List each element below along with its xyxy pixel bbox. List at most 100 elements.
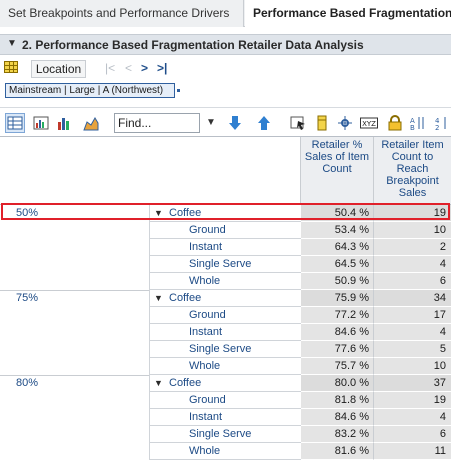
pct-cell: 50.9 % — [301, 273, 374, 290]
row-label: Single Serve — [149, 426, 301, 443]
table-row[interactable]: Instant 84.6 % 4 — [0, 409, 451, 426]
pct-cell: 77.6 % — [301, 341, 374, 358]
column-icon[interactable] — [314, 115, 330, 131]
data-grid: Retailer % Sales of Item Count Retailer … — [0, 137, 451, 460]
pct-cell: 64.3 % — [301, 239, 374, 256]
column-header-item-count[interactable]: Retailer Item Count to Reach Breakpoint … — [374, 137, 451, 205]
row-label: Whole — [149, 273, 301, 290]
settings-icon[interactable] — [337, 115, 353, 131]
row-label: Ground — [149, 392, 301, 409]
sort-down-icon[interactable] — [227, 115, 243, 131]
tab-bar: Set Breakpoints and Performance Drivers … — [0, 0, 451, 28]
count-cell: 10 — [374, 222, 451, 239]
chevron-down-icon[interactable]: ▼ — [154, 290, 169, 306]
count-cell: 5 — [374, 341, 451, 358]
count-cell: 6 — [374, 426, 451, 443]
pct-cell: 80.0 % — [301, 375, 374, 392]
row-highlight-box — [1, 203, 450, 220]
count-cell: 4 — [374, 256, 451, 273]
table-row[interactable]: Whole 50.9 % 6 — [0, 273, 451, 290]
pct-cell: 84.6 % — [301, 324, 374, 341]
sort-az-icon[interactable]: 42 — [434, 115, 450, 132]
row-label: Instant — [149, 409, 301, 426]
row-label: Coffee — [169, 377, 202, 389]
count-cell: 17 — [374, 307, 451, 324]
pct-cell: 64.5 % — [301, 256, 374, 273]
table-row[interactable]: 75% ▼ Coffee 75.9 % 34 — [0, 290, 451, 307]
chip-dot — [177, 89, 180, 92]
location-button[interactable]: Location — [31, 60, 86, 78]
pct-cell: 81.6 % — [301, 443, 374, 460]
section-header[interactable]: ▼ 2. Performance Based Fragmentation Ret… — [0, 34, 451, 55]
tree-node[interactable]: ▼ Coffee — [149, 375, 301, 392]
filter-chip[interactable]: Mainstream | Large | A (Northwest) — [5, 83, 175, 98]
xyz-icon[interactable]: XYZ — [360, 115, 378, 131]
row-label: Whole — [149, 443, 301, 460]
sort-up-icon[interactable] — [256, 115, 272, 131]
pct-cell: 77.2 % — [301, 307, 374, 324]
location-row: Location |< < > >| — [0, 58, 451, 80]
tree-node[interactable]: ▼ Coffee — [149, 290, 301, 307]
svg-text:XYZ: XYZ — [362, 120, 376, 128]
first-page-icon[interactable]: |< — [105, 61, 115, 75]
table-row[interactable]: Single Serve 64.5 % 4 — [0, 256, 451, 273]
chevron-down-icon[interactable]: ▼ — [7, 38, 17, 49]
swap-icon[interactable]: AB — [410, 115, 426, 132]
table-row[interactable]: Single Serve 83.2 % 6 — [0, 426, 451, 443]
svg-text:B: B — [410, 124, 415, 131]
pct-cell: 81.8 % — [301, 392, 374, 409]
table-row[interactable]: 80% ▼ Coffee 80.0 % 37 — [0, 375, 451, 392]
column-header-pct-sales[interactable]: Retailer % Sales of Item Count — [301, 137, 374, 205]
row-label: Single Serve — [149, 256, 301, 273]
filter-icon[interactable] — [290, 115, 306, 131]
pct-cell: 75.9 % — [301, 290, 374, 307]
table-row[interactable]: Ground 77.2 % 17 — [0, 307, 451, 324]
count-cell: 4 — [374, 324, 451, 341]
table-row[interactable]: Whole 81.6 % 11 — [0, 443, 451, 460]
find-input[interactable]: Find... — [114, 113, 200, 133]
count-cell: 19 — [374, 392, 451, 409]
grid-icon[interactable] — [4, 61, 18, 73]
breakpoint-label: 75% — [16, 292, 39, 304]
table-row[interactable]: Ground 81.8 % 19 — [0, 392, 451, 409]
pct-cell: 75.7 % — [301, 358, 374, 375]
count-cell: 10 — [374, 358, 451, 375]
row-label: Single Serve — [149, 341, 301, 358]
row-label: Ground — [149, 307, 301, 324]
toolbar: Find... ▼ XYZ AB 42 — [0, 107, 451, 137]
chevron-down-icon[interactable]: ▼ — [206, 117, 216, 128]
table-row[interactable]: Whole 75.7 % 10 — [0, 358, 451, 375]
count-cell: 11 — [374, 443, 451, 460]
tab-performance-fragmentation[interactable]: Performance Based Fragmentation — [245, 0, 451, 28]
column-header-label: Retailer % Sales of Item Count — [304, 139, 370, 175]
row-label: Whole — [149, 358, 301, 375]
pct-cell: 83.2 % — [301, 426, 374, 443]
row-label: Instant — [149, 324, 301, 341]
count-cell: 4 — [374, 409, 451, 426]
last-page-icon[interactable]: >| — [157, 61, 167, 75]
count-cell: 37 — [374, 375, 451, 392]
breakpoint-label: 80% — [16, 377, 39, 389]
pct-cell: 53.4 % — [301, 222, 374, 239]
count-cell: 2 — [374, 239, 451, 256]
table-view-icon[interactable] — [5, 113, 25, 133]
table-row[interactable]: Instant 64.3 % 2 — [0, 239, 451, 256]
tab-set-breakpoints[interactable]: Set Breakpoints and Performance Drivers — [0, 0, 244, 27]
prev-page-icon[interactable]: < — [125, 61, 132, 75]
table-row[interactable]: Single Serve 77.6 % 5 — [0, 341, 451, 358]
count-cell: 34 — [374, 290, 451, 307]
pct-cell: 84.6 % — [301, 409, 374, 426]
next-page-icon[interactable]: > — [141, 61, 148, 75]
area-chart-icon[interactable] — [83, 115, 99, 131]
column-header-label: Retailer Item Count to Reach Breakpoint … — [381, 139, 444, 199]
lock-icon[interactable] — [387, 115, 403, 131]
chevron-down-icon[interactable]: ▼ — [154, 375, 169, 391]
table-row[interactable]: Ground 53.4 % 10 — [0, 222, 451, 239]
row-header-area — [0, 137, 301, 205]
table-row[interactable]: Instant 84.6 % 4 — [0, 324, 451, 341]
svg-text:2: 2 — [435, 124, 439, 131]
row-label: Ground — [149, 222, 301, 239]
bar-chart-icon[interactable] — [56, 115, 72, 131]
section-title: 2. Performance Based Fragmentation Retai… — [22, 38, 364, 52]
chart-table-icon[interactable] — [33, 115, 49, 131]
